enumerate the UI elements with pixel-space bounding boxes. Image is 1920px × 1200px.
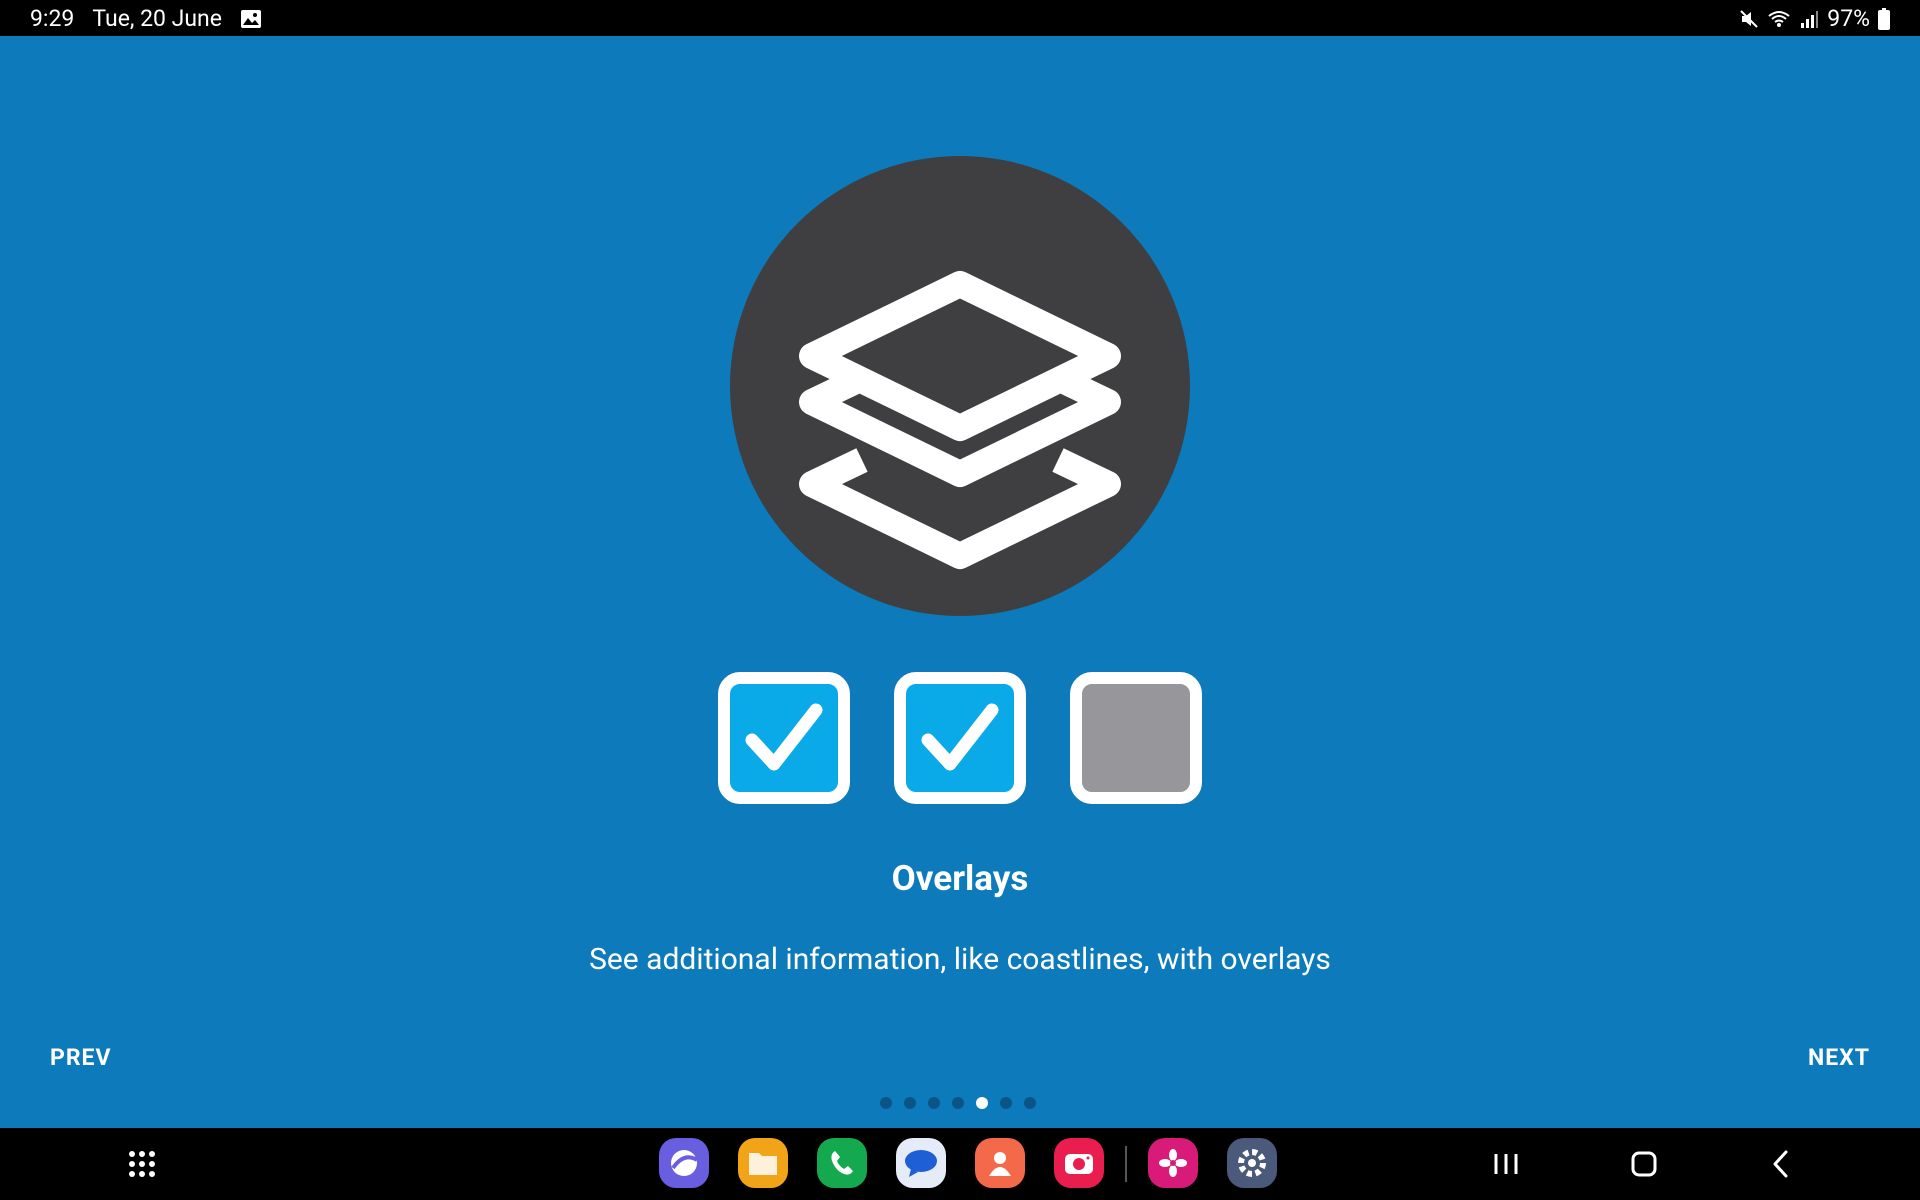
checkbox-2-checked[interactable] — [894, 672, 1026, 804]
onboarding-page: Overlays See additional information, lik… — [0, 36, 1920, 1128]
back-icon[interactable] — [1760, 1142, 1804, 1186]
signal-icon — [1801, 10, 1819, 28]
messages-app-icon[interactable] — [896, 1138, 946, 1188]
home-icon[interactable] — [1622, 1142, 1666, 1186]
status-bar-left: 9:29 Tue, 20 June — [30, 5, 262, 32]
page-title: Overlays — [891, 858, 1029, 899]
next-button[interactable]: NEXT — [1808, 1044, 1870, 1071]
prev-button[interactable]: PREV — [50, 1044, 112, 1071]
contacts-app-icon[interactable] — [975, 1138, 1025, 1188]
page-description: See additional information, like coastli… — [589, 942, 1331, 977]
phone-app-icon[interactable] — [817, 1138, 867, 1188]
page-dot-4 — [952, 1097, 964, 1109]
page-dot-5-active — [976, 1097, 988, 1109]
bixby-app-icon[interactable] — [1148, 1138, 1198, 1188]
page-dot-3 — [928, 1097, 940, 1109]
status-date: Tue, 20 June — [92, 5, 222, 32]
mute-icon — [1740, 9, 1759, 28]
page-dot-1 — [880, 1097, 892, 1109]
page-dot-2 — [904, 1097, 916, 1109]
wifi-icon — [1768, 10, 1790, 27]
taskbar — [0, 1128, 1920, 1200]
status-bar-right: 97% — [1731, 5, 1890, 32]
battery-icon — [1878, 7, 1890, 30]
page-dot-6 — [1000, 1097, 1012, 1109]
recent-apps-icon[interactable] — [1484, 1142, 1528, 1186]
status-bar: 9:29 Tue, 20 June 97% — [0, 0, 1920, 36]
checkbox-3-unchecked[interactable] — [1070, 672, 1202, 804]
internet-app-icon[interactable] — [659, 1138, 709, 1188]
page-dot-7 — [1024, 1097, 1036, 1109]
files-app-icon[interactable] — [738, 1138, 788, 1188]
layers-icon — [730, 156, 1190, 616]
settings-app-icon[interactable] — [1227, 1138, 1277, 1188]
status-time: 9:29 — [30, 5, 75, 32]
gallery-notification-icon — [240, 9, 261, 28]
page-indicator — [880, 1097, 1048, 1109]
camera-app-icon[interactable] — [1054, 1138, 1104, 1188]
app-drawer-icon[interactable] — [120, 1142, 164, 1186]
checkbox-1-checked[interactable] — [718, 672, 850, 804]
dock-divider — [1125, 1146, 1127, 1182]
battery-percentage: 97% — [1827, 5, 1870, 32]
